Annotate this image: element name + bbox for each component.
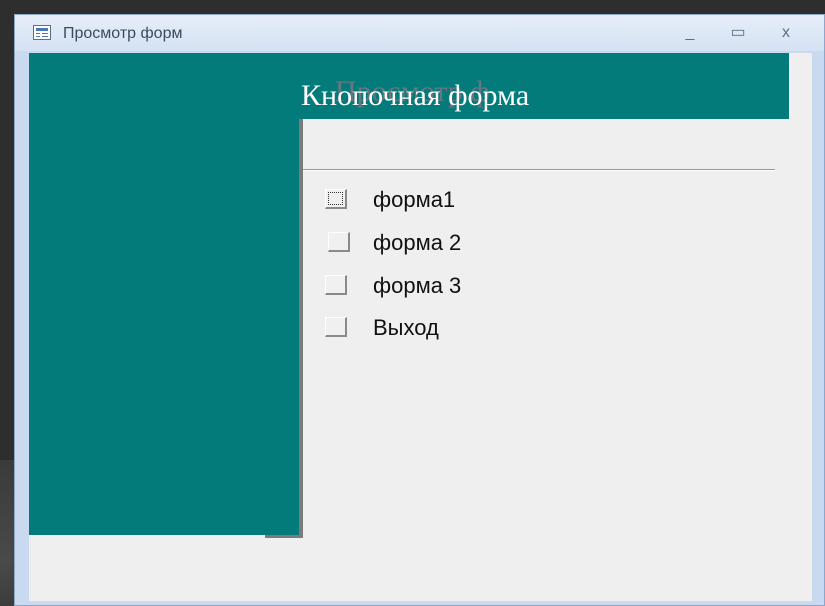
switchboard-form: Просмотр ф Кнопочная форма форма1 форма …	[29, 53, 812, 601]
header-divider	[303, 169, 775, 171]
left-accent-panel	[29, 53, 299, 535]
form-window: Просмотр форм _ ▭ x Просмотр ф Кнопочная…	[14, 14, 825, 606]
menu-button[interactable]	[325, 317, 347, 337]
menu-button[interactable]	[328, 232, 350, 252]
menu-item-label[interactable]: форма 3	[373, 271, 461, 301]
title-bar[interactable]: Просмотр форм _ ▭ x	[15, 15, 824, 51]
menu-item-label[interactable]: форма 2	[373, 228, 461, 258]
menu-item-label[interactable]: Выход	[373, 313, 439, 343]
form-icon	[33, 25, 51, 40]
menu-button[interactable]	[325, 275, 347, 295]
panel-shadow	[299, 119, 303, 537]
menu-item-exit[interactable]: Выход	[325, 313, 625, 343]
menu-item-label[interactable]: форма1	[373, 185, 455, 215]
window-title: Просмотр форм	[63, 25, 183, 42]
maximize-button[interactable]: ▭	[727, 23, 749, 43]
close-button[interactable]: x	[775, 23, 797, 43]
panel-shadow-bottom	[265, 535, 303, 538]
minimize-button[interactable]: _	[679, 23, 701, 43]
menu-item-forma3[interactable]: форма 3	[325, 271, 625, 301]
menu-item-forma1[interactable]: форма1	[325, 185, 625, 215]
menu-item-forma2[interactable]: форма 2	[325, 228, 625, 258]
switchboard-title: Кнопочная форма	[301, 79, 530, 112]
menu-button[interactable]	[325, 189, 347, 209]
